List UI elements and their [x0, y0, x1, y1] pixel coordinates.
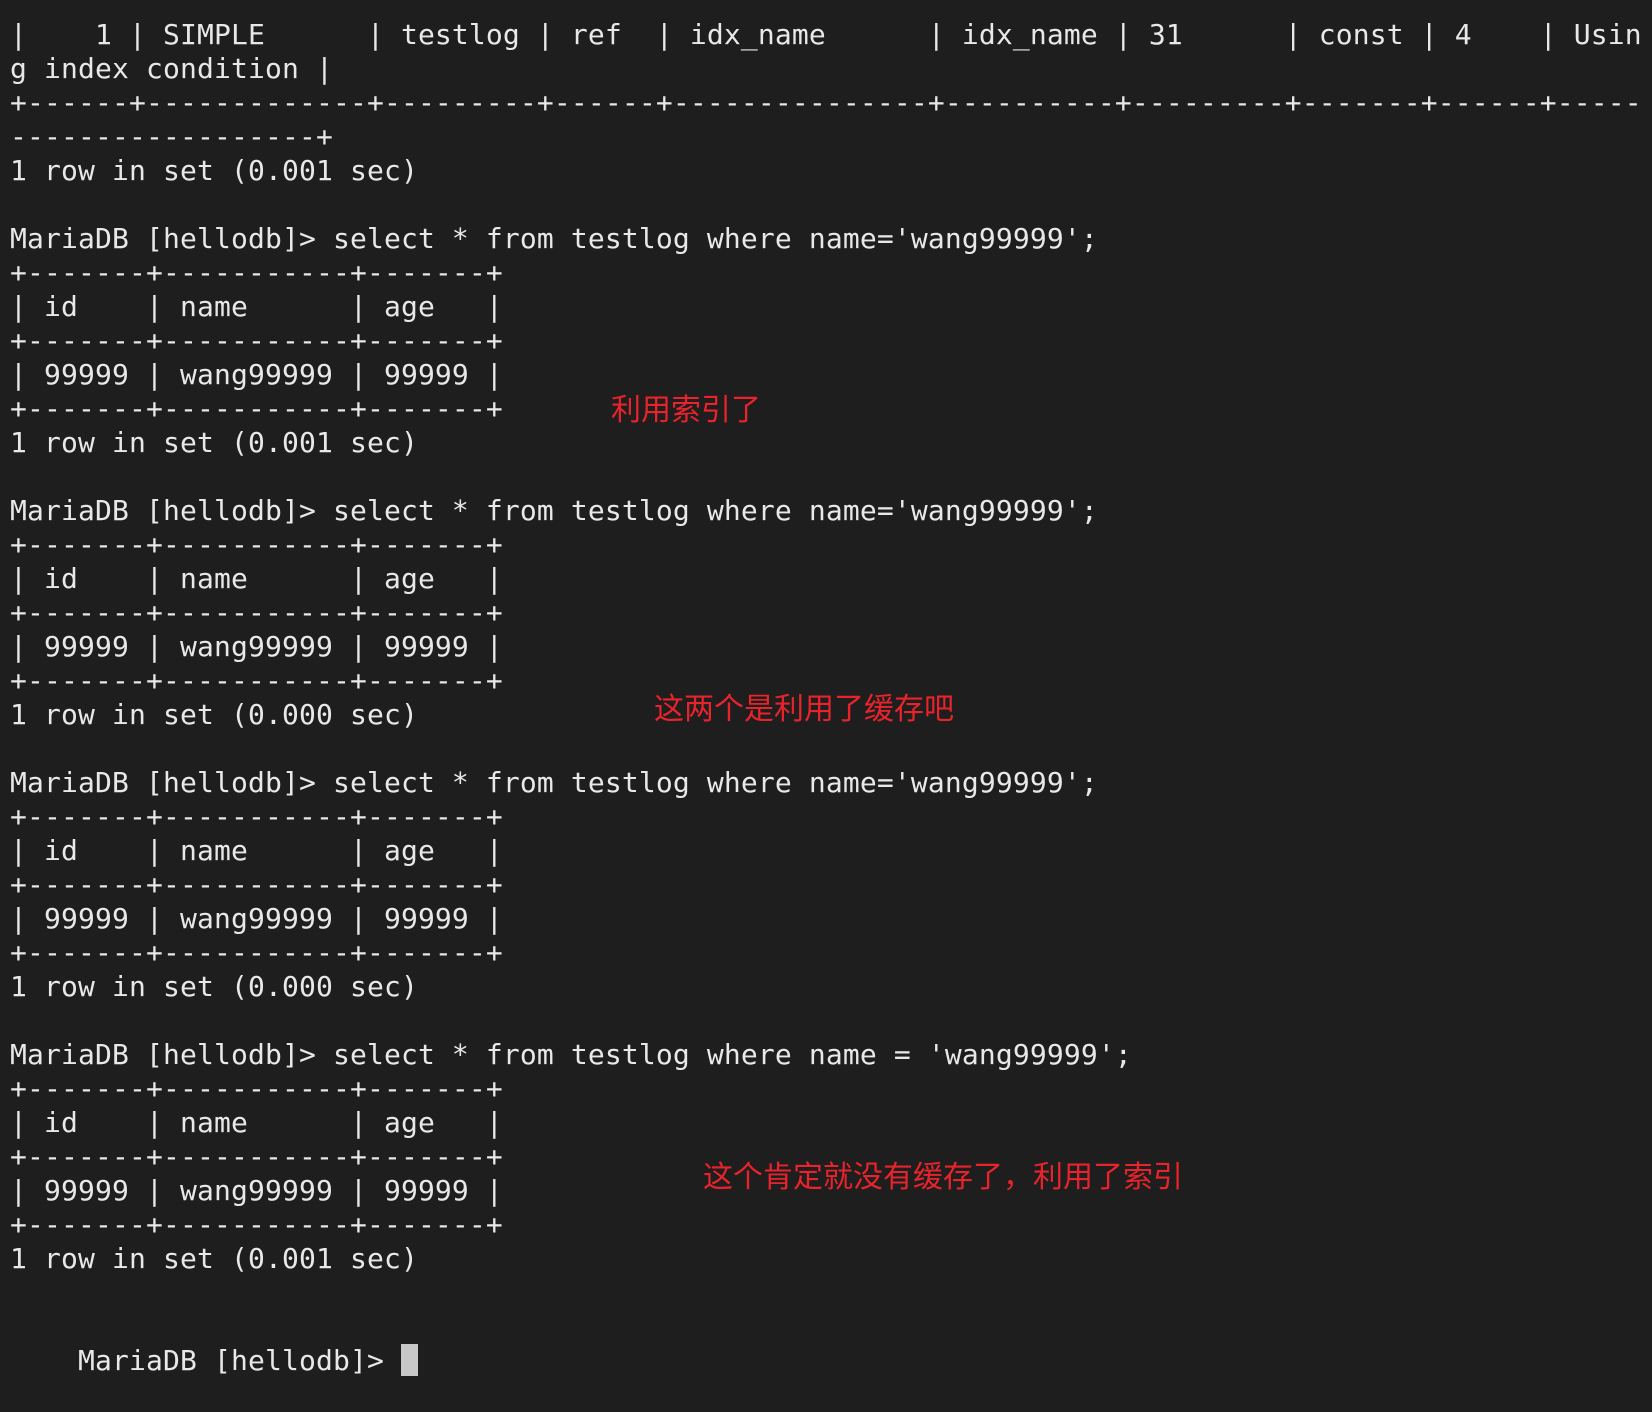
result-status-line: 1 row in set (0.000 sec) [10, 970, 418, 1003]
annotation-no-cache-index-used: 这个肯定就没有缓存了，利用了索引 [703, 1160, 1183, 1195]
table-border-line: +------+-------------+---------+------+-… [10, 86, 1642, 119]
table-border-line: ------------------+ [10, 120, 333, 153]
table-border-line: +-------+-----------+-------+ [10, 868, 503, 901]
annotation-index-used: 利用索引了 [611, 393, 761, 428]
prompt-line[interactable]: MariaDB [hellodb]> [10, 1310, 418, 1377]
table-row-line: | 99999 | wang99999 | 99999 | [10, 630, 503, 663]
table-row-line: | 99999 | wang99999 | 99999 | [10, 1174, 503, 1207]
text-cursor [400, 1344, 418, 1376]
table-border-line: +-------+-----------+-------+ [10, 936, 503, 969]
table-border-line: +-------+-----------+-------+ [10, 256, 503, 289]
annotation-cache-used: 这两个是利用了缓存吧 [654, 692, 954, 727]
sql-query-line: MariaDB [hellodb]> select * from testlog… [10, 494, 1098, 527]
table-border-line: +-------+-----------+-------+ [10, 1072, 503, 1105]
table-row-line: | id | name | age | [10, 562, 503, 595]
table-border-line: +-------+-----------+-------+ [10, 596, 503, 629]
table-border-line: +-------+-----------+-------+ [10, 392, 503, 425]
table-row-line: | id | name | age | [10, 834, 503, 867]
sql-query-line: MariaDB [hellodb]> select * from testlog… [10, 222, 1098, 255]
table-border-line: +-------+-----------+-------+ [10, 664, 503, 697]
table-row-line: | 99999 | wang99999 | 99999 | [10, 902, 503, 935]
result-status-line: 1 row in set (0.001 sec) [10, 154, 418, 187]
result-status-line: 1 row in set (0.000 sec) [10, 698, 418, 731]
table-row-line: | 1 | SIMPLE | testlog | ref | idx_name … [10, 18, 1642, 51]
sql-query-line: MariaDB [hellodb]> select * from testlog… [10, 766, 1098, 799]
result-status-line: 1 row in set (0.001 sec) [10, 1242, 418, 1275]
result-status-line: 1 row in set (0.001 sec) [10, 426, 418, 459]
sql-query-line: MariaDB [hellodb]> select * from testlog… [10, 1038, 1132, 1071]
table-row-line: g index condition | [10, 52, 333, 85]
table-border-line: +-------+-----------+-------+ [10, 528, 503, 561]
table-row-line: | id | name | age | [10, 290, 503, 323]
table-border-line: +-------+-----------+-------+ [10, 1140, 503, 1173]
prompt-text: MariaDB [hellodb]> [78, 1344, 401, 1377]
table-border-line: +-------+-----------+-------+ [10, 800, 503, 833]
terminal-output[interactable]: | 1 | SIMPLE | testlog | ref | idx_name … [10, 0, 1652, 1377]
table-row-line: | 99999 | wang99999 | 99999 | [10, 358, 503, 391]
table-border-line: +-------+-----------+-------+ [10, 1208, 503, 1241]
table-row-line: | id | name | age | [10, 1106, 503, 1139]
table-border-line: +-------+-----------+-------+ [10, 324, 503, 357]
